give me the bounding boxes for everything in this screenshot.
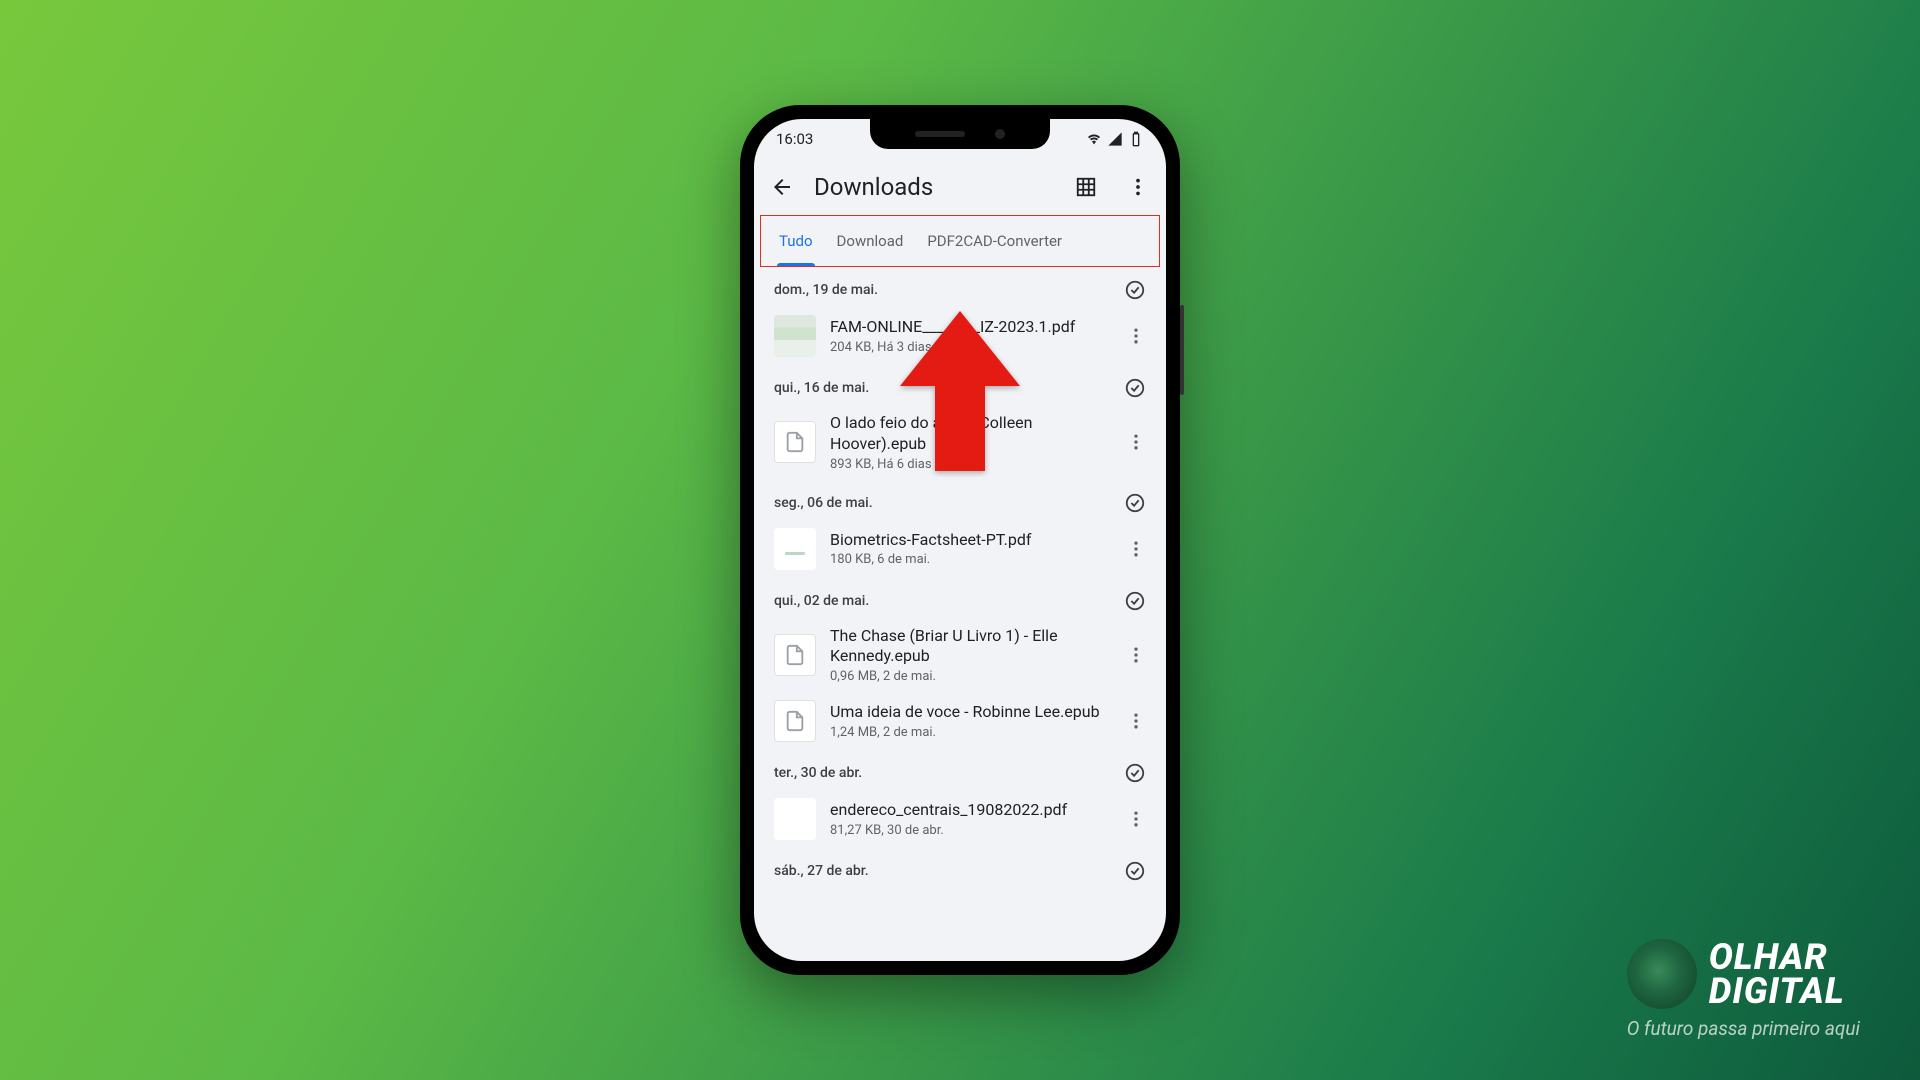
battery-icon: [1128, 131, 1144, 147]
date-label: seg., 06 de mai.: [774, 495, 873, 511]
tab-download[interactable]: Download: [825, 216, 916, 266]
phone-screen: 16:03 Downloads: [754, 119, 1166, 961]
date-label: dom., 19 de mai.: [774, 282, 878, 298]
file-more-button[interactable]: [1118, 424, 1154, 460]
grid-icon: [1075, 176, 1097, 198]
document-icon: [784, 431, 806, 453]
more-vert-icon: [1126, 711, 1146, 731]
file-name: O lado feio do amor (Colleen Hoover).epu…: [830, 413, 1104, 455]
date-header: dom., 19 de mai.: [760, 267, 1160, 307]
file-meta: 204 KB, Há 3 dias: [830, 340, 1104, 355]
file-row[interactable]: Biometrics-Factsheet-PT.pdf 180 KB, 6 de…: [760, 520, 1160, 578]
check-circle-icon[interactable]: [1124, 860, 1146, 882]
signal-icon: [1107, 131, 1123, 147]
more-vert-icon: [1126, 645, 1146, 665]
downloads-list[interactable]: dom., 19 de mai. FAM-ONLINE________IZ-20…: [754, 267, 1166, 961]
logo-line-2: DIGITAL: [1709, 974, 1845, 1008]
file-more-button[interactable]: [1118, 318, 1154, 354]
file-more-button[interactable]: [1118, 531, 1154, 567]
date-header: sáb., 27 de abr.: [760, 848, 1160, 888]
tabs-container: Tudo Download PDF2CAD-Converter: [754, 215, 1166, 267]
status-icons: [1086, 131, 1144, 147]
date-header: qui., 02 de mai.: [760, 578, 1160, 618]
check-circle-icon[interactable]: [1124, 492, 1146, 514]
check-circle-icon[interactable]: [1124, 590, 1146, 612]
file-thumbnail: [774, 421, 816, 463]
tab-label: PDF2CAD-Converter: [927, 232, 1062, 250]
file-info: Uma ideia de voce - Robinne Lee.epub 1,2…: [830, 702, 1104, 740]
file-thumbnail: [774, 798, 816, 840]
tab-pdf2cad[interactable]: PDF2CAD-Converter: [915, 216, 1074, 266]
file-meta: 0,96 MB, 2 de mai.: [830, 669, 1104, 684]
wifi-icon: [1086, 131, 1102, 147]
date-label: sáb., 27 de abr.: [774, 863, 869, 879]
date-label: qui., 16 de mai.: [774, 380, 869, 396]
file-meta: 1,24 MB, 2 de mai.: [830, 725, 1104, 740]
file-meta: 81,27 KB, 30 de abr.: [830, 823, 1104, 838]
brand-logo: OLHAR DIGITAL O futuro passa primeiro aq…: [1627, 939, 1860, 1040]
status-time: 16:03: [776, 130, 813, 148]
file-row[interactable]: endereco_centrais_19082022.pdf 81,27 KB,…: [760, 790, 1160, 848]
date-header: seg., 06 de mai.: [760, 480, 1160, 520]
file-info: O lado feio do amor (Colleen Hoover).epu…: [830, 413, 1104, 472]
logo-eye-icon: [1627, 939, 1697, 1009]
date-header: ter., 30 de abr.: [760, 750, 1160, 790]
date-label: ter., 30 de abr.: [774, 765, 862, 781]
file-row[interactable]: O lado feio do amor (Colleen Hoover).epu…: [760, 405, 1160, 480]
background: 16:03 Downloads: [0, 0, 1920, 1080]
highlighted-tabs-box: Tudo Download PDF2CAD-Converter: [760, 215, 1160, 267]
file-meta: 180 KB, 6 de mai.: [830, 552, 1104, 567]
camera: [995, 129, 1005, 139]
document-icon: [784, 710, 806, 732]
file-info: FAM-ONLINE________IZ-2023.1.pdf 204 KB, …: [830, 317, 1104, 355]
document-icon: [784, 644, 806, 666]
file-info: The Chase (Briar U Livro 1) - Elle Kenne…: [830, 626, 1104, 685]
file-name: endereco_centrais_19082022.pdf: [830, 800, 1104, 821]
more-vert-icon: [1126, 539, 1146, 559]
phone-notch: [870, 119, 1050, 149]
tab-tudo[interactable]: Tudo: [767, 216, 825, 266]
file-name: Uma ideia de voce - Robinne Lee.epub: [830, 702, 1104, 723]
logo-line-1: OLHAR: [1709, 940, 1845, 974]
check-circle-icon[interactable]: [1124, 377, 1146, 399]
more-vert-icon: [1127, 176, 1149, 198]
file-thumbnail: [774, 315, 816, 357]
logo-tagline: O futuro passa primeiro aqui: [1627, 1017, 1860, 1040]
tab-label: Download: [837, 232, 904, 250]
file-name: The Chase (Briar U Livro 1) - Elle Kenne…: [830, 626, 1104, 668]
file-row[interactable]: FAM-ONLINE________IZ-2023.1.pdf 204 KB, …: [760, 307, 1160, 365]
more-vert-icon: [1126, 432, 1146, 452]
page-title: Downloads: [814, 173, 1054, 201]
file-info: Biometrics-Factsheet-PT.pdf 180 KB, 6 de…: [830, 530, 1104, 568]
file-name: Biometrics-Factsheet-PT.pdf: [830, 530, 1104, 551]
check-circle-icon[interactable]: [1124, 762, 1146, 784]
file-more-button[interactable]: [1118, 703, 1154, 739]
arrow-back-icon: [770, 175, 794, 199]
file-thumbnail: [774, 634, 816, 676]
grid-view-button[interactable]: [1066, 167, 1106, 207]
more-options-button[interactable]: [1118, 167, 1158, 207]
speaker: [915, 131, 965, 137]
more-vert-icon: [1126, 326, 1146, 346]
date-label: qui., 02 de mai.: [774, 593, 869, 609]
file-meta: 893 KB, Há 6 dias: [830, 457, 1104, 472]
more-vert-icon: [1126, 809, 1146, 829]
file-thumbnail: [774, 528, 816, 570]
check-circle-icon[interactable]: [1124, 279, 1146, 301]
back-button[interactable]: [762, 167, 802, 207]
file-more-button[interactable]: [1118, 637, 1154, 673]
file-row[interactable]: The Chase (Briar U Livro 1) - Elle Kenne…: [760, 618, 1160, 693]
file-name: FAM-ONLINE________IZ-2023.1.pdf: [830, 317, 1104, 338]
file-thumbnail: [774, 700, 816, 742]
file-info: endereco_centrais_19082022.pdf 81,27 KB,…: [830, 800, 1104, 838]
tab-label: Tudo: [779, 232, 813, 250]
date-header: qui., 16 de mai.: [760, 365, 1160, 405]
phone-frame: 16:03 Downloads: [740, 105, 1180, 975]
file-more-button[interactable]: [1118, 801, 1154, 837]
file-row[interactable]: Uma ideia de voce - Robinne Lee.epub 1,2…: [760, 692, 1160, 750]
app-bar: Downloads: [754, 159, 1166, 215]
